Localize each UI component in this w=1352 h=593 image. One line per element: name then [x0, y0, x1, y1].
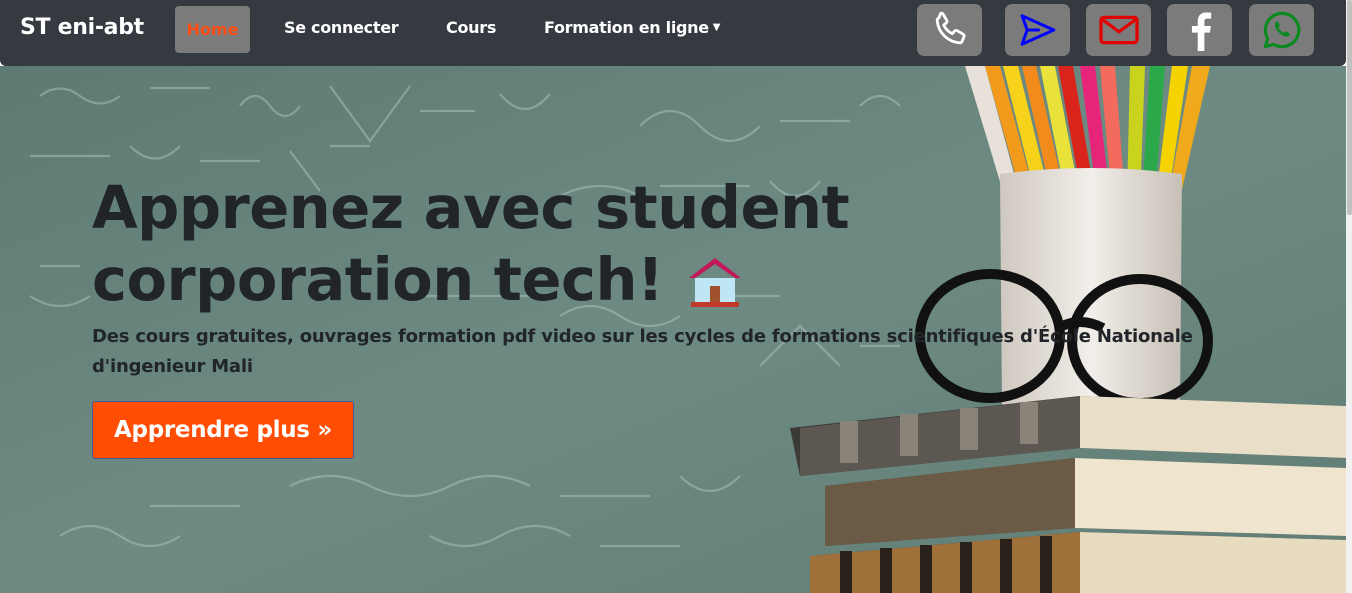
nav-home[interactable]: Home [175, 6, 250, 53]
nav-courses[interactable]: Cours [446, 18, 496, 37]
hero-section: Apprenez avec student corporation tech! … [0, 66, 1346, 593]
send-icon [1020, 14, 1055, 46]
page-scrollbar-thumb[interactable] [1347, 0, 1352, 215]
brand-logo[interactable]: ST eni-abt [20, 15, 144, 40]
hero-title: Apprenez avec student corporation tech! [92, 172, 1232, 316]
top-navbar: ST eni-abt Home Se connecter Cours Forma… [0, 0, 1346, 66]
learn-more-button[interactable]: Apprendre plus » [92, 401, 354, 459]
hero-subtitle: Des cours gratuites, ouvrages formation … [92, 326, 1193, 377]
facebook-button[interactable] [1167, 4, 1232, 56]
phone-icon [935, 11, 966, 45]
whatsapp-button[interactable] [1249, 4, 1314, 56]
mail-icon [1098, 15, 1139, 45]
telegram-button[interactable] [1005, 4, 1070, 56]
phone-button[interactable] [917, 4, 982, 56]
facebook-icon [1191, 12, 1211, 51]
nav-formation-dropdown[interactable]: Formation en ligne ▼ [544, 18, 721, 37]
house-icon [689, 258, 742, 307]
whatsapp-icon [1263, 11, 1300, 49]
caret-down-icon: ▼ [712, 22, 721, 33]
nav-formation-label: Formation en ligne [544, 18, 709, 37]
nav-login[interactable]: Se connecter [284, 18, 399, 37]
mail-button[interactable] [1086, 4, 1151, 56]
